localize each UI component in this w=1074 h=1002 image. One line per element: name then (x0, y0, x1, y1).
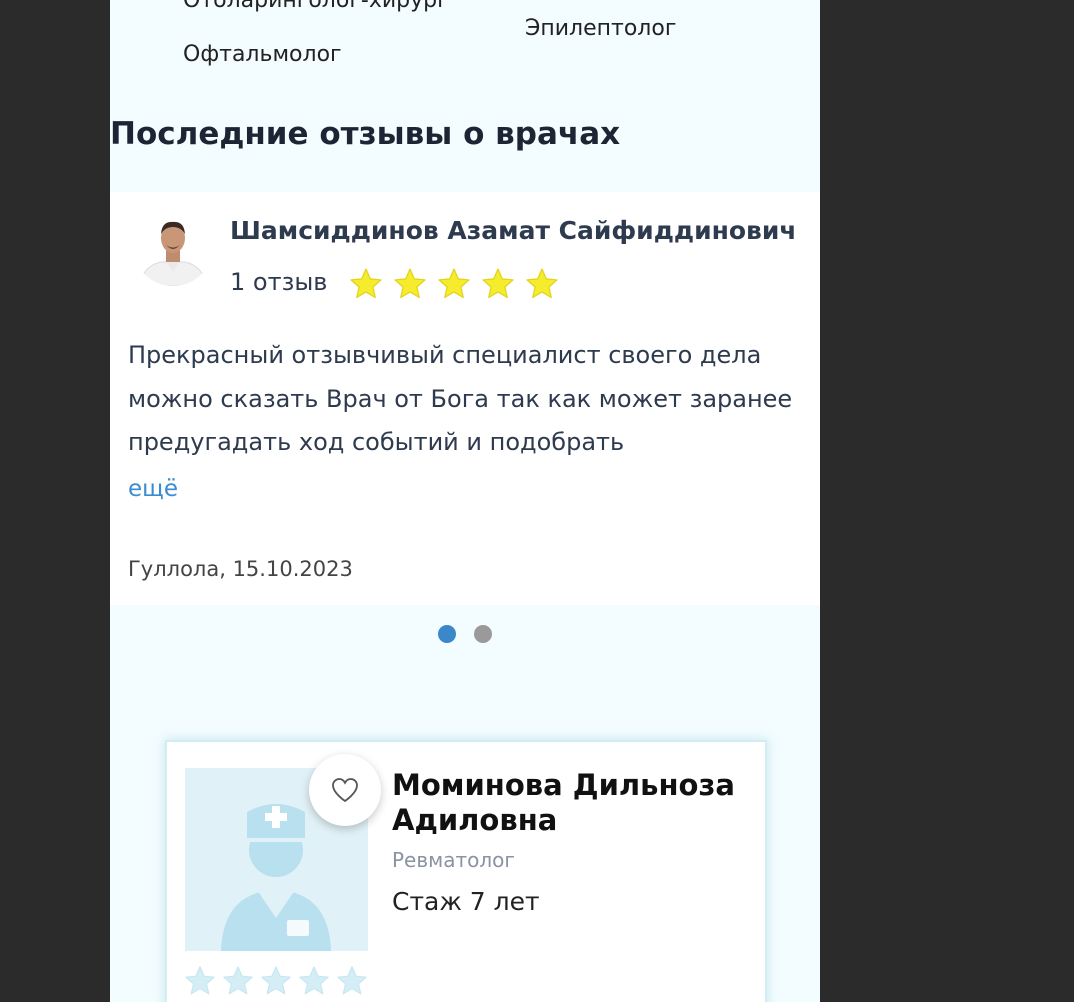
star-icon (350, 268, 382, 299)
doctor-card-name[interactable]: Моминова Дильноза Адиловна (392, 768, 752, 838)
star-icon (223, 966, 253, 995)
star-icon (337, 966, 367, 995)
specialty-link-epileptologist[interactable]: Эпилептолог (525, 16, 676, 41)
carousel-dot-1[interactable] (438, 625, 456, 643)
doctor-card[interactable]: Моминова Дильноза Адиловна Ревматолог Ст… (165, 740, 767, 1002)
review-text: Прекрасный отзывчивый специалист своего … (128, 341, 793, 456)
specialty-link-ophthalmologist[interactable]: Офтальмолог (183, 42, 342, 67)
star-icon (261, 966, 291, 995)
star-icon (299, 966, 329, 995)
page: Отоларинголог-хирург Офтальмолог Эпилепт… (110, 0, 820, 1002)
reviews-section-title: Последние отзывы о врачах (110, 116, 621, 152)
review-count: 1 отзыв (230, 268, 328, 296)
star-icon (526, 268, 558, 299)
review-card: Шамсиддинов Азамат Сайфиддинович 1 отзыв… (110, 192, 820, 605)
doctor-card-specialty: Ревматолог (392, 848, 515, 872)
doctor-card-rating (183, 964, 369, 998)
specialty-link-otolaryngologist-surgeon[interactable]: Отоларинголог-хирург (183, 0, 449, 13)
star-icon (482, 268, 514, 299)
review-author-date: Гуллола, 15.10.2023 (128, 557, 353, 581)
reviewed-doctor-name[interactable]: Шамсиддинов Азамат Сайфиддинович (230, 216, 797, 245)
doctor-card-experience: Стаж 7 лет (392, 887, 540, 916)
carousel-dot-2[interactable] (474, 625, 492, 643)
heart-outline-icon (332, 778, 358, 803)
star-icon (438, 268, 470, 299)
doctor-avatar[interactable] (135, 216, 211, 286)
star-icon (185, 966, 215, 995)
star-icon (394, 268, 426, 299)
read-more-link[interactable]: ещё (128, 476, 178, 502)
favorite-button[interactable] (309, 754, 381, 826)
review-rating (348, 266, 560, 302)
